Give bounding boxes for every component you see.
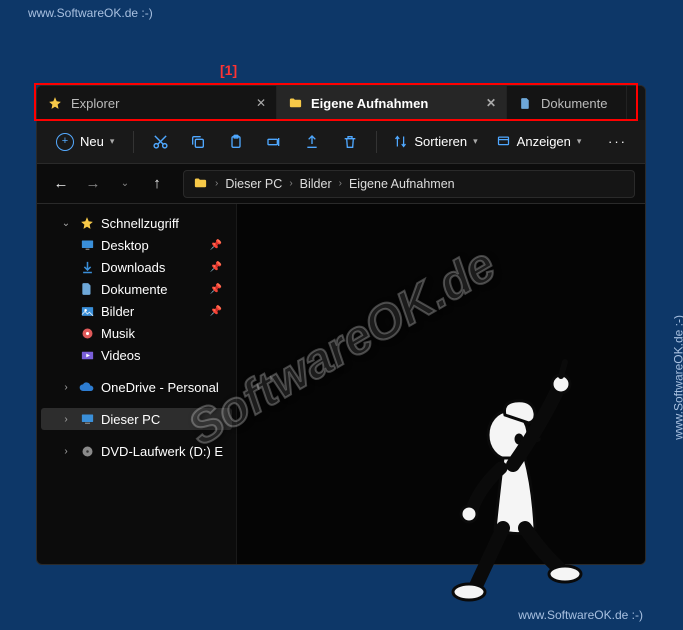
downloads-icon <box>79 259 95 275</box>
paste-button[interactable] <box>220 126 252 158</box>
share-button[interactable] <box>296 126 328 158</box>
videos-icon <box>79 347 95 363</box>
sidebar-item-label: Bilder <box>101 304 134 319</box>
copy-button[interactable] <box>182 126 214 158</box>
separator <box>133 131 134 153</box>
pin-icon: 📌 <box>210 262 228 273</box>
forward-button[interactable]: → <box>79 170 107 198</box>
chevron-right-icon[interactable]: › <box>286 178 295 189</box>
sidebar-item-dokumente[interactable]: Dokumente 📌 <box>41 278 232 300</box>
sidebar-item-downloads[interactable]: Downloads 📌 <box>41 256 232 278</box>
view-button[interactable]: Anzeigen ▾ <box>490 130 588 153</box>
pin-icon: 📌 <box>210 284 228 295</box>
desktop-icon <box>79 237 95 253</box>
nav-row: ← → ⌄ ↑ › Dieser PC › Bilder › Eigene Au… <box>37 164 645 204</box>
up-button[interactable]: ↑ <box>143 170 171 198</box>
sidebar-onedrive[interactable]: › OneDrive - Personal <box>41 376 232 398</box>
sidebar-item-label: Musik <box>101 326 135 341</box>
chevron-right-icon[interactable]: › <box>336 178 345 189</box>
star-icon <box>79 215 95 231</box>
chevron-down-icon: ▾ <box>473 136 478 147</box>
chevron-right-icon[interactable]: › <box>59 382 73 393</box>
cut-button[interactable] <box>144 126 176 158</box>
sort-label: Sortieren <box>414 134 467 149</box>
watermark-top: www.SoftwareOK.de :-) <box>28 6 153 20</box>
pc-icon <box>79 411 95 427</box>
sort-button[interactable]: Sortieren ▾ <box>387 130 483 153</box>
sidebar-item-label: Downloads <box>101 260 165 275</box>
chevron-right-icon[interactable]: › <box>59 446 73 457</box>
watermark-bottom: www.SoftwareOK.de :-) <box>518 608 643 622</box>
sidebar-item-label: OneDrive - Personal <box>101 380 219 395</box>
chevron-down-icon[interactable]: ⌄ <box>59 218 73 229</box>
chevron-down-icon: ▾ <box>110 136 115 147</box>
close-icon[interactable]: ✕ <box>486 96 496 110</box>
chevron-right-icon[interactable]: › <box>59 414 73 425</box>
sidebar-item-musik[interactable]: Musik <box>41 322 232 344</box>
watermark-side: www.SoftwareOK.de :-) <box>672 315 683 440</box>
sidebar-item-desktop[interactable]: Desktop 📌 <box>41 234 232 256</box>
sidebar-item-bilder[interactable]: Bilder 📌 <box>41 300 232 322</box>
sidebar: ⌄ Schnellzugriff Desktop 📌 Downloads 📌 D… <box>37 204 237 564</box>
sidebar-item-label: Dokumente <box>101 282 167 297</box>
tab-explorer[interactable]: Explorer ✕ <box>37 86 277 120</box>
folder-icon <box>192 176 208 192</box>
music-icon <box>79 325 95 341</box>
tab-label: Explorer <box>71 96 119 111</box>
explorer-window: Explorer ✕ Eigene Aufnahmen ✕ Dokumente … <box>36 85 646 565</box>
new-button[interactable]: + Neu ▾ <box>47 128 123 156</box>
breadcrumb-segment[interactable]: Eigene Aufnahmen <box>349 177 455 191</box>
back-button[interactable]: ← <box>47 170 75 198</box>
view-label: Anzeigen <box>517 134 571 149</box>
more-button[interactable]: ··· <box>600 130 635 153</box>
annotation-marker-1: [1] <box>220 62 237 78</box>
breadcrumb-segment[interactable]: Bilder <box>300 177 332 191</box>
sidebar-item-label: Schnellzugriff <box>101 216 179 231</box>
pictures-icon <box>79 303 95 319</box>
pin-icon: 📌 <box>210 306 228 317</box>
sidebar-item-label: Desktop <box>101 238 149 253</box>
tab-dokumente[interactable]: Dokumente <box>507 86 627 120</box>
star-icon <box>47 95 63 111</box>
close-icon[interactable]: ✕ <box>256 96 266 110</box>
sidebar-item-videos[interactable]: Videos <box>41 344 232 366</box>
toolbar: + Neu ▾ Sortieren ▾ Anzeigen ▾ ··· <box>37 120 645 164</box>
tab-bar: Explorer ✕ Eigene Aufnahmen ✕ Dokumente <box>37 86 645 120</box>
chevron-right-icon[interactable]: › <box>212 178 221 189</box>
sidebar-item-label: Dieser PC <box>101 412 160 427</box>
tab-label: Eigene Aufnahmen <box>311 96 428 111</box>
folder-icon <box>287 95 303 111</box>
rename-button[interactable] <box>258 126 290 158</box>
sidebar-item-label: DVD-Laufwerk (D:) E <box>101 444 223 459</box>
address-bar[interactable]: › Dieser PC › Bilder › Eigene Aufnahmen <box>183 170 635 198</box>
plus-icon: + <box>56 133 74 151</box>
pin-icon: 📌 <box>210 240 228 251</box>
cloud-icon <box>79 379 95 395</box>
content-pane[interactable] <box>237 204 645 564</box>
sidebar-dvd[interactable]: › DVD-Laufwerk (D:) E <box>41 440 232 462</box>
tab-label: Dokumente <box>541 96 607 111</box>
disc-icon <box>79 443 95 459</box>
sidebar-this-pc[interactable]: › Dieser PC <box>41 408 232 430</box>
chevron-down-icon: ▾ <box>577 136 582 147</box>
recent-button[interactable]: ⌄ <box>111 170 139 198</box>
breadcrumb-segment[interactable]: Dieser PC <box>225 177 282 191</box>
sidebar-quick-access[interactable]: ⌄ Schnellzugriff <box>41 212 232 234</box>
explorer-body: ⌄ Schnellzugriff Desktop 📌 Downloads 📌 D… <box>37 204 645 564</box>
document-icon <box>79 281 95 297</box>
tab-eigene-aufnahmen[interactable]: Eigene Aufnahmen ✕ <box>277 86 507 120</box>
delete-button[interactable] <box>334 126 366 158</box>
document-icon <box>517 95 533 111</box>
separator <box>376 131 377 153</box>
sidebar-item-label: Videos <box>101 348 141 363</box>
new-label: Neu <box>80 134 104 149</box>
